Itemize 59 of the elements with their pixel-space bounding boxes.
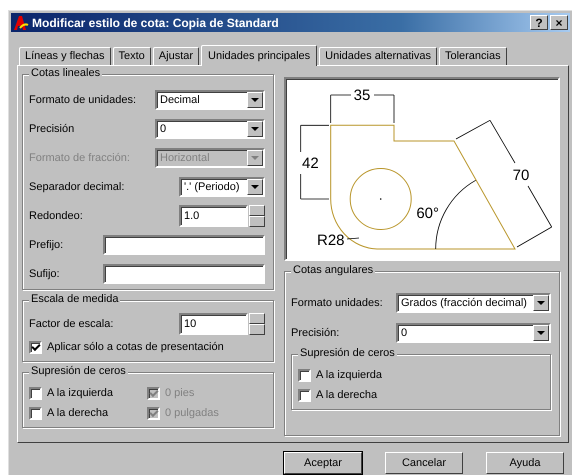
checkbox-label: A la izquierda: [47, 387, 114, 399]
checkbox-label: Aplicar sólo a cotas de presentación: [47, 341, 224, 353]
dialog-button[interactable]: Cancelar: [385, 452, 463, 474]
checkbox-label: 0 pulgadas: [165, 407, 219, 419]
group-title: Escala de medida: [29, 293, 120, 305]
checkbox-label: A la derecha: [47, 407, 108, 419]
dimension-text: 42: [302, 154, 319, 172]
dropdown[interactable]: 0: [155, 118, 265, 138]
help-button[interactable]: ?: [530, 15, 548, 30]
group-title: Supresión de ceros: [298, 347, 397, 359]
dimension-text: R28: [317, 232, 345, 248]
group-title: Cotas angulares: [291, 264, 376, 276]
window-title: Modificar estilo de cota: Copia de Standard: [32, 16, 280, 30]
spinner-icon[interactable]: [249, 313, 265, 335]
checkbox[interactable]: [29, 386, 42, 400]
spinner-icon[interactable]: [249, 204, 265, 226]
field-label: Formato de fracción:: [29, 152, 130, 164]
input-field[interactable]: [103, 234, 265, 254]
dropdown[interactable]: Decimal: [155, 90, 265, 110]
tab[interactable]: Unidades principales: [201, 45, 318, 66]
leader-line: [346, 237, 360, 239]
tab[interactable]: Líneas y flechas: [19, 47, 110, 65]
checkbox-label: A la izquierda: [316, 369, 382, 381]
app-logo-icon: [13, 14, 29, 30]
checkbox[interactable]: [29, 340, 42, 354]
checkbox[interactable]: [298, 368, 311, 382]
tab[interactable]: Tolerancias: [438, 47, 507, 65]
dialog-button[interactable]: Aceptar: [284, 452, 362, 474]
field-label: Precisión: [29, 122, 74, 134]
field-label: Formato unidades:: [291, 297, 383, 309]
dropdown[interactable]: '.' (Periodo): [179, 176, 265, 196]
field-label: Factor de escala:: [29, 318, 114, 330]
tab[interactable]: Unidades alternativas: [319, 47, 437, 65]
dialog-button[interactable]: Ayuda: [486, 452, 564, 474]
checkbox[interactable]: [29, 406, 42, 420]
tab[interactable]: Ajustar: [152, 47, 200, 65]
group-title: Cotas lineales: [29, 67, 102, 79]
checkbox-label: 0 pies: [165, 387, 194, 399]
dimension-text: 60°: [416, 204, 439, 222]
dropdown[interactable]: 0: [396, 323, 551, 343]
close-button[interactable]: ×: [550, 15, 568, 30]
number-field[interactable]: 1.0: [179, 204, 248, 226]
field-label: Prefijo:: [29, 238, 64, 250]
center-mark: [380, 198, 382, 200]
dimension-text: 70: [512, 166, 530, 184]
field-label: Separador decimal:: [29, 180, 124, 192]
field-label: Precisión:: [291, 327, 340, 339]
dropdown[interactable]: Grados (fracción decimal): [396, 293, 551, 313]
hole-circle: [350, 168, 412, 230]
field-label: Redondeo:: [29, 210, 83, 222]
field-label: Sufijo:: [29, 268, 60, 280]
field-label: Formato de unidades:: [29, 94, 136, 106]
tab[interactable]: Texto: [112, 47, 151, 65]
dimension-text: 35: [354, 86, 370, 104]
checkbox-label: A la derecha: [316, 389, 378, 401]
group-title: Supresión de ceros: [29, 365, 128, 377]
checkbox[interactable]: [298, 388, 311, 402]
number-field[interactable]: 10: [179, 313, 248, 335]
input-field[interactable]: [103, 264, 265, 284]
